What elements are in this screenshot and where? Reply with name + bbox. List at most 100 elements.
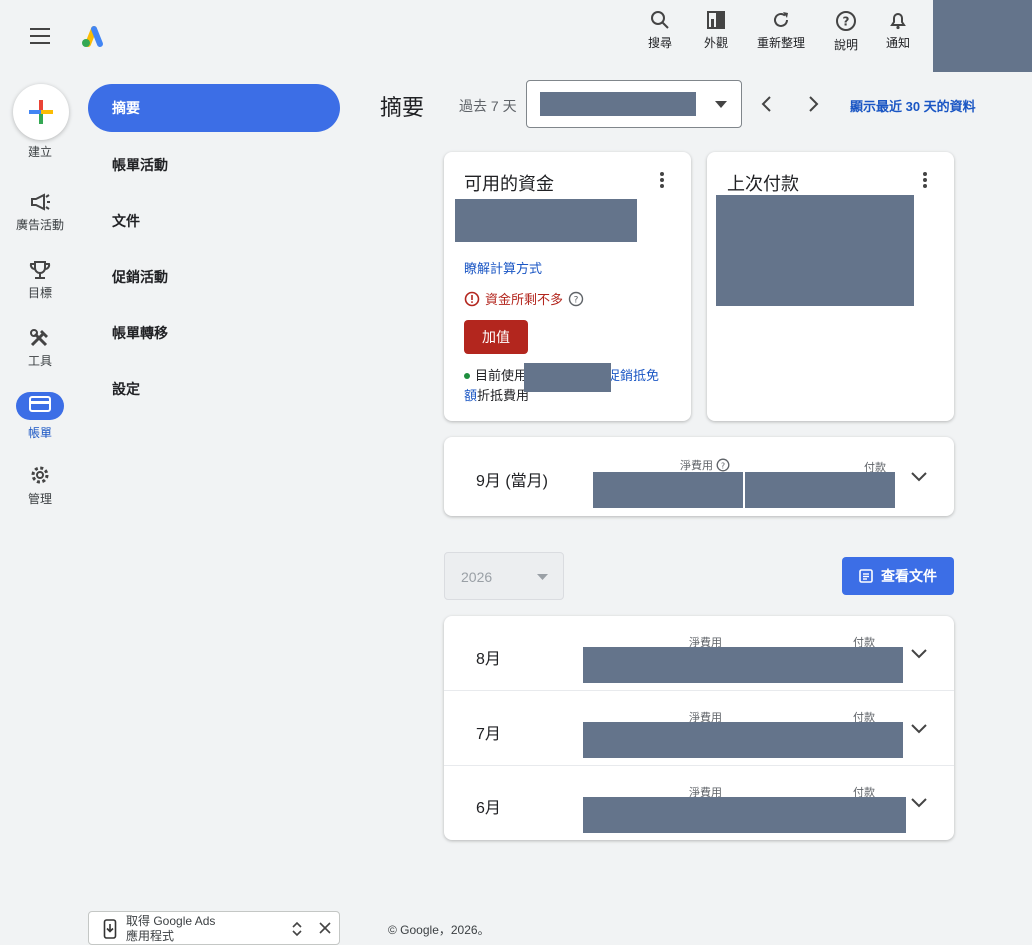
low-funds-text: 資金所剩不多 xyxy=(485,292,564,307)
promo-prefix: 目前使用 xyxy=(475,368,528,383)
month-amounts-redacted xyxy=(583,722,903,758)
past-months-card: 8月 淨費用 付款 7月 淨費用 付款 6月 淨費用 付款 xyxy=(444,616,954,840)
app-banner-line1: 取得 Google Ads xyxy=(126,914,216,928)
month-amounts-redacted xyxy=(583,647,903,683)
refresh-icon xyxy=(774,12,788,27)
dropdown-arrow-icon xyxy=(715,101,727,108)
rail-billing-label: 帳單 xyxy=(27,426,52,440)
subnav-item-billing-transfer[interactable]: 帳單轉移 xyxy=(112,323,168,343)
help-circle-icon[interactable]: ? xyxy=(716,458,730,472)
payment-more-options-icon[interactable] xyxy=(923,172,927,190)
megaphone-icon xyxy=(31,193,50,211)
search-icon xyxy=(651,11,669,29)
net-cost-redacted xyxy=(593,472,743,508)
add-funds-button[interactable]: 加值 xyxy=(464,320,528,354)
chevron-down-icon[interactable] xyxy=(910,723,928,734)
year-select[interactable]: 2026 xyxy=(444,552,564,600)
plus-icon xyxy=(29,100,53,124)
rail-create-label: 建立 xyxy=(27,145,52,159)
app-banner-line2: 應用程式 xyxy=(126,929,175,943)
main-menu-button[interactable] xyxy=(30,28,50,44)
rail-item-tools[interactable]: 工具 xyxy=(0,328,80,369)
year-select-value: 2026 xyxy=(461,569,493,585)
notifications-label: 通知 xyxy=(885,36,910,50)
dropdown-arrow-icon xyxy=(537,574,548,580)
svg-text:?: ? xyxy=(574,295,579,305)
get-app-banner[interactable]: 取得 Google Ads 應用程式 xyxy=(88,911,340,945)
refresh-button[interactable]: 重新整理 xyxy=(753,10,809,51)
refresh-label: 重新整理 xyxy=(756,36,805,50)
month-label: 8月 xyxy=(476,651,501,668)
low-funds-warning: 資金所剩不多 ? xyxy=(464,289,584,308)
last-payment-details-redacted xyxy=(716,195,914,306)
status-dot xyxy=(464,373,470,379)
close-icon[interactable] xyxy=(319,922,331,934)
help-icon: ? xyxy=(836,11,856,31)
search-label: 搜尋 xyxy=(647,36,672,50)
promo-amount-redacted xyxy=(524,363,611,392)
view-documents-button[interactable]: 查看文件 xyxy=(842,557,954,595)
learn-calculation-link[interactable]: 瞭解計算方式 xyxy=(464,258,542,277)
warning-icon xyxy=(464,291,480,306)
rail-item-campaigns[interactable]: 廣告活動 xyxy=(0,192,80,233)
subnav-item-settings[interactable]: 設定 xyxy=(112,379,140,399)
subnav-item-promotions[interactable]: 促銷活動 xyxy=(112,267,168,287)
available-funds-title: 可用的資金 xyxy=(464,174,554,194)
tools-icon xyxy=(30,329,48,347)
rail-item-goals[interactable]: 目標 xyxy=(0,260,80,301)
rail-tools-label: 工具 xyxy=(27,354,52,368)
month-label: 6月 xyxy=(476,800,501,817)
month-row-june[interactable]: 6月 淨費用 付款 xyxy=(444,766,954,840)
rail-item-admin[interactable]: 管理 xyxy=(0,464,80,507)
last-payment-title: 上次付款 xyxy=(727,174,799,194)
search-button[interactable]: 搜尋 xyxy=(632,10,688,51)
trophy-icon xyxy=(29,261,51,279)
promo-suffix: 折抵費用 xyxy=(477,388,530,403)
current-month-card[interactable]: 9月 (當月) 淨費用 ? 付款 xyxy=(444,437,954,516)
payments-redacted xyxy=(745,472,895,508)
view-documents-label: 查看文件 xyxy=(881,568,937,584)
month-label: 7月 xyxy=(476,726,501,743)
svg-text:?: ? xyxy=(721,461,725,470)
funds-more-options-icon[interactable] xyxy=(660,172,664,190)
month-amounts-redacted xyxy=(583,797,906,833)
funds-amount-redacted xyxy=(455,199,637,242)
notifications-button[interactable]: 通知 xyxy=(870,10,926,51)
page-title: 摘要 xyxy=(380,95,425,120)
net-cost-header: 淨費用 ? xyxy=(680,457,730,473)
document-icon xyxy=(859,569,873,583)
net-cost-label: 淨費用 xyxy=(680,460,713,472)
current-month-label: 9月 (當月) xyxy=(476,473,549,490)
appearance-icon xyxy=(707,11,725,29)
next-period-icon[interactable] xyxy=(808,95,820,113)
chevron-down-icon[interactable] xyxy=(910,471,928,482)
promo-credit-link[interactable]: 促銷抵免 xyxy=(607,368,659,383)
month-row-july[interactable]: 7月 淨費用 付款 xyxy=(444,691,954,765)
expand-collapse-icon[interactable] xyxy=(292,921,302,937)
bell-icon xyxy=(890,13,906,30)
credit-card-icon xyxy=(29,396,51,412)
google-ads-logo xyxy=(80,24,106,48)
promo-credit-link-cont[interactable]: 額 xyxy=(464,388,477,403)
create-button[interactable] xyxy=(13,84,69,140)
phone-download-icon xyxy=(103,919,117,939)
subnav-item-summary[interactable]: 摘要 xyxy=(88,84,340,132)
subnav-item-billing-activity[interactable]: 帳單活動 xyxy=(112,155,168,175)
subnav-item-documents[interactable]: 文件 xyxy=(112,211,140,231)
help-circle-icon[interactable]: ? xyxy=(568,291,584,307)
chevron-down-icon[interactable] xyxy=(910,648,928,659)
date-range-value-redacted xyxy=(540,92,696,116)
appearance-button[interactable]: 外觀 xyxy=(688,10,744,51)
account-info-redacted[interactable] xyxy=(933,0,1032,72)
chevron-down-icon[interactable] xyxy=(910,797,928,808)
billing-pill xyxy=(16,392,64,420)
show-30-days-link[interactable]: 顯示最近 30 天的資料 xyxy=(850,96,976,115)
last-payment-card: 上次付款 xyxy=(707,152,954,421)
rail-item-billing[interactable]: 帳單 xyxy=(0,392,80,441)
help-button[interactable]: ? 說明 xyxy=(818,10,874,53)
month-row-august[interactable]: 8月 淨費用 付款 xyxy=(444,616,954,690)
appearance-label: 外觀 xyxy=(703,36,728,50)
svg-text:?: ? xyxy=(843,15,850,29)
date-range-select[interactable] xyxy=(526,80,742,128)
prev-period-icon[interactable] xyxy=(760,95,772,113)
